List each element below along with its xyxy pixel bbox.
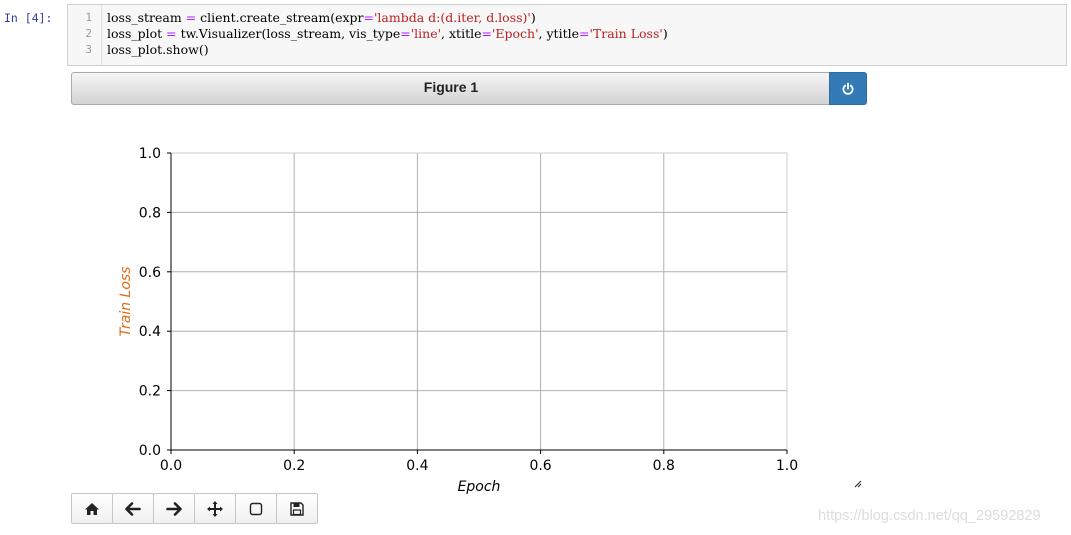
back-arrow-icon [125,501,141,516]
zoom-rect-button[interactable] [235,493,277,524]
axes-frame [170,152,788,451]
save-button[interactable] [276,493,318,524]
figure-toolbar [71,493,318,524]
tick-layer: 0.0 0.2 0.4 0.6 0.8 1.0 0.0 0.2 0.4 0.6 0.8 1.0 [139,146,798,474]
forward-arrow-icon [166,501,182,516]
y-axis-label: Train Loss [118,267,134,337]
y-tick-label: 0.0 [139,443,161,459]
home-button[interactable] [71,493,113,524]
save-icon [290,501,304,516]
x-tick-label: 0.6 [529,458,551,474]
forward-button[interactable] [153,493,195,524]
x-tick-label: 1.0 [776,458,798,474]
back-button[interactable] [112,493,154,524]
x-tick-label: 0.0 [160,458,182,474]
grid-lines [170,152,788,451]
y-tick-label: 1.0 [139,146,161,162]
watermark: https://blog.csdn.net/qq_29592829 [818,508,1041,524]
y-tick-label: 0.6 [139,265,161,281]
resize-grip-icon[interactable] [853,479,863,489]
zoom-rect-icon [249,502,263,515]
x-axis-label: Epoch [458,479,501,495]
pan-button[interactable] [194,493,236,524]
y-tick-label: 0.8 [139,205,161,221]
plot-canvas[interactable]: 0.0 0.2 0.4 0.6 0.8 1.0 0.0 0.2 0.4 0.6 0.8 1.0 Epo… [0,0,1071,535]
x-tick-label: 0.2 [283,458,305,474]
x-tick-label: 0.8 [653,458,675,474]
y-tick-label: 0.2 [139,384,161,400]
home-icon [85,502,99,515]
pan-icon [207,500,223,517]
y-tick-label: 0.4 [139,324,161,340]
x-tick-label: 0.4 [406,458,428,474]
